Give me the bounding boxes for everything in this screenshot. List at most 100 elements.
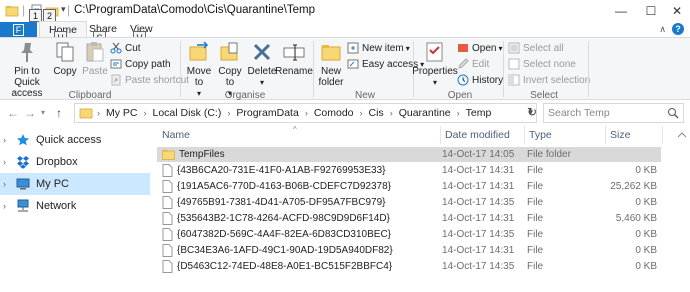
collapse-ribbon-icon[interactable]: ∧ <box>659 24 666 35</box>
expand-chevron-icon[interactable]: › <box>3 157 13 167</box>
computer-icon <box>16 178 30 190</box>
breadcrumb-separator[interactable]: › <box>97 108 100 118</box>
nav-label-dropbox: Dropbox <box>36 156 78 168</box>
move-to-label: Move to <box>186 66 212 88</box>
move-to-button[interactable]: Move to ▾ <box>185 41 213 99</box>
copy-path-button[interactable]: Copy path <box>110 58 171 70</box>
breadcrumb-separator[interactable]: › <box>390 108 393 118</box>
select-none-button[interactable]: Select none <box>508 58 576 70</box>
table-row[interactable]: {BC34E3A6-1AFD-49C1-90AD-19D5A940DF82} 1… <box>157 243 661 258</box>
file-icon <box>162 164 173 177</box>
breadcrumb-comodo[interactable]: Comodo <box>314 107 354 119</box>
file-type: File <box>527 245 544 256</box>
file-size: 25,262 KB <box>610 181 657 192</box>
expand-chevron-icon[interactable]: › <box>3 201 13 211</box>
cut-button[interactable]: Cut <box>110 42 141 54</box>
table-row[interactable]: {49765B91-7381-4D41-A705-DF95A7FBC979} 1… <box>157 195 661 210</box>
scroll-up-icon[interactable] <box>674 127 690 143</box>
open-button[interactable]: Open ▾ <box>457 42 502 54</box>
title-separator-2: | <box>67 3 71 17</box>
delete-button[interactable]: Delete ▾ <box>248 41 276 88</box>
edit-label: Edit <box>472 58 490 70</box>
invert-selection-button[interactable]: Invert selection <box>508 74 590 86</box>
rename-button[interactable]: Rename <box>275 41 313 77</box>
breadcrumb-separator[interactable]: › <box>457 108 460 118</box>
breadcrumb-separator[interactable]: › <box>227 108 230 118</box>
recent-locations-icon[interactable]: ▾ <box>41 108 45 117</box>
refresh-icon[interactable]: ↻ <box>527 105 537 119</box>
select-all-button[interactable]: Select all <box>508 42 564 54</box>
properties-button[interactable]: Properties ▾ <box>412 41 458 88</box>
breadcrumb-temp[interactable]: Temp <box>466 107 492 119</box>
back-arrow-icon[interactable]: ← <box>7 106 19 120</box>
search-input[interactable] <box>548 107 668 119</box>
column-divider[interactable] <box>605 126 606 144</box>
copy-button[interactable]: Copy <box>52 41 78 77</box>
nav-item-network[interactable]: › Network <box>0 195 150 217</box>
search-box[interactable] <box>543 103 684 123</box>
file-size: 0 KB <box>635 261 657 272</box>
new-item-button[interactable]: New item ▾ <box>347 42 410 54</box>
breadcrumb-separator[interactable]: › <box>144 108 147 118</box>
folder-app-icon <box>5 6 19 17</box>
table-row[interactable]: TempFiles 14-Oct-17 14:05 File folder <box>157 147 661 162</box>
close-icon[interactable]: ✕ <box>662 0 690 22</box>
breadcrumb-programdata[interactable]: ProgramData <box>236 107 298 119</box>
tab-file[interactable]: F <box>0 22 37 38</box>
help-icon[interactable]: ? <box>672 23 684 35</box>
edit-button[interactable]: Edit <box>457 58 489 70</box>
breadcrumb-separator[interactable]: › <box>360 108 363 118</box>
pin-label: Pin to Quick access <box>11 66 43 99</box>
expand-chevron-icon[interactable]: › <box>3 179 13 189</box>
expand-chevron-icon[interactable]: › <box>3 135 13 145</box>
properties-icon <box>426 42 443 62</box>
file-name: {535643B2-1C78-4264-ACFD-98C9D9D6F14D} <box>177 213 390 224</box>
title-bar: | 1 2 ▾ | C:\ProgramData\Comodo\Cis\Quar… <box>0 0 690 22</box>
up-arrow-icon[interactable]: ↑ <box>56 106 62 120</box>
column-divider[interactable] <box>524 126 525 144</box>
file-name: {6047382D-569C-4A4F-82EA-6D83CD310BEC} <box>177 229 392 240</box>
column-header-date[interactable]: Date modified <box>445 129 510 141</box>
forward-arrow-icon[interactable]: → <box>24 106 36 120</box>
file-date: 14-Oct-17 14:31 <box>442 181 515 192</box>
title-separator: | <box>22 3 26 17</box>
file-date: 14-Oct-17 14:35 <box>442 261 515 272</box>
column-header-name[interactable]: Name <box>162 129 190 141</box>
table-row[interactable]: {191A5AC6-770D-4163-B06B-CDEFC7D92378} 1… <box>157 179 661 194</box>
file-size: 5,460 KB <box>615 213 657 224</box>
file-size: 0 KB <box>635 229 657 240</box>
table-row[interactable]: {6047382D-569C-4A4F-82EA-6D83CD310BEC} 1… <box>157 227 661 242</box>
nav-item-quick-access[interactable]: › Quick access <box>0 129 150 151</box>
column-divider[interactable] <box>662 126 663 144</box>
breadcrumb-separator[interactable]: › <box>305 108 308 118</box>
paste-button[interactable]: Paste <box>82 41 108 77</box>
minimize-icon[interactable]: — <box>606 0 636 22</box>
pin-quick-access-button[interactable]: Pin to Quick access <box>4 41 50 99</box>
invert-selection-icon <box>508 74 520 86</box>
file-date: 14-Oct-17 14:31 <box>442 245 515 256</box>
breadcrumb-cis[interactable]: Cis <box>369 107 384 119</box>
breadcrumb-my-pc[interactable]: My PC <box>106 107 138 119</box>
ribbon-separator <box>503 41 504 97</box>
column-header-type[interactable]: Type <box>529 129 552 141</box>
breadcrumb-local-disk[interactable]: Local Disk (C:) <box>153 107 222 119</box>
nav-item-dropbox[interactable]: › Dropbox <box>0 151 150 173</box>
paste-shortcut-button[interactable]: Paste shortcut <box>110 74 189 86</box>
table-row[interactable]: {535643B2-1C78-4264-ACFD-98C9D9D6F14D} 1… <box>157 211 661 226</box>
nav-item-my-pc[interactable]: › My PC <box>0 173 150 195</box>
select-all-icon <box>508 42 520 54</box>
column-header-row: ^ Name Date modified Type Size <box>154 125 690 145</box>
table-row[interactable]: {D5463C12-74ED-48E8-A0E1-BC515F2BBFC4} 1… <box>157 259 661 274</box>
new-item-dropdown-icon: ▾ <box>405 43 410 53</box>
customize-quick-access-icon[interactable]: ▾ <box>61 4 66 15</box>
window-title: C:\ProgramData\Comodo\Cis\Quarantine\Tem… <box>74 4 315 16</box>
copy-to-label: Copy to <box>218 66 242 88</box>
new-folder-button[interactable]: New folder <box>316 41 346 88</box>
rename-label: Rename <box>275 66 313 77</box>
column-header-size[interactable]: Size <box>610 129 630 141</box>
breadcrumb-quarantine[interactable]: Quarantine <box>399 107 451 119</box>
address-field[interactable]: › My PC › Local Disk (C:) › ProgramData … <box>74 103 537 123</box>
table-row[interactable]: {43B6CA20-731E-41F0-A1AB-F92769953E33} 1… <box>157 163 661 178</box>
column-divider[interactable] <box>440 126 441 144</box>
history-button[interactable]: History <box>457 74 503 86</box>
